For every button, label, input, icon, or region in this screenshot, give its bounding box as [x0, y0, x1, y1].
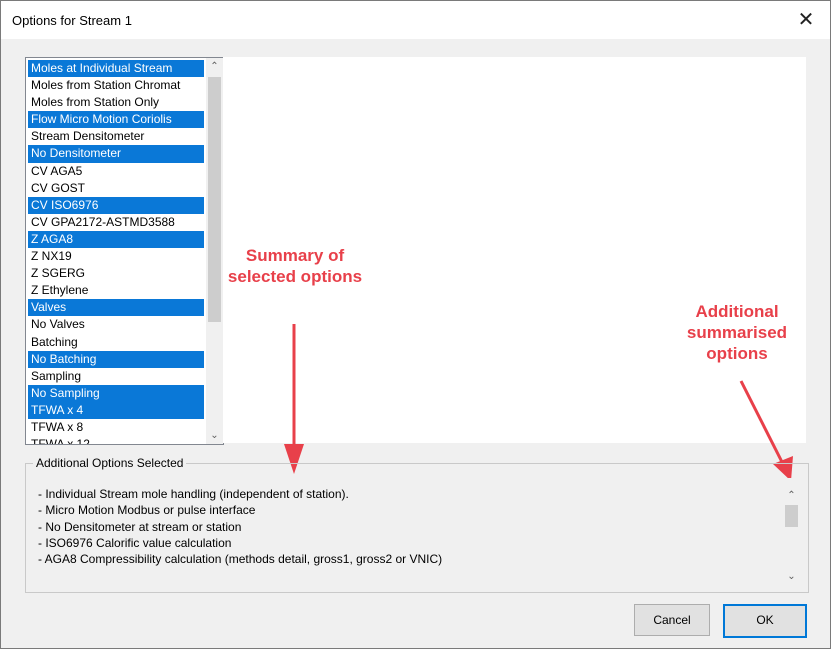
close-icon[interactable]: ✕ [786, 5, 826, 35]
additional-options-lines: - Individual Stream mole handling (indep… [38, 486, 442, 567]
option-line: - ISO6976 Calorific value calculation [38, 535, 232, 550]
list-item[interactable]: Valves [28, 299, 204, 317]
list-item[interactable]: No Batching [28, 350, 204, 368]
scroll-up-icon[interactable]: ⌃ [783, 487, 800, 504]
list-item[interactable]: Moles at Individual Stream [28, 60, 204, 78]
list-item[interactable]: TFWA x 4 [28, 401, 204, 419]
list-item[interactable]: Moles from Station Only [28, 94, 204, 111]
options-dialog: Options for Stream 1 ✕ Moles at Individu… [0, 0, 831, 649]
additional-options-text: - Individual Stream mole handling (indep… [32, 478, 800, 585]
list-item[interactable]: CV AGA5 [28, 163, 204, 180]
scroll-down-icon[interactable]: ⌄ [783, 568, 800, 585]
dialog-title: Options for Stream 1 [12, 13, 132, 28]
list-item[interactable]: Batching [28, 334, 204, 351]
option-line: - No Densitometer at stream or station [38, 519, 242, 534]
list-item[interactable]: Z SGERG [28, 265, 204, 282]
list-item[interactable]: Z Ethylene [28, 282, 204, 299]
list-item[interactable]: CV GOST [28, 180, 204, 197]
list-item[interactable]: TFWA x 8 [28, 419, 204, 436]
additional-options-scrollbar[interactable]: ⌃ ⌄ [783, 477, 800, 585]
list-item[interactable]: Z AGA8 [28, 230, 204, 249]
options-listbox[interactable]: Moles at Individual Stream Moles from Sta… [25, 57, 224, 445]
list-item[interactable]: TFWA x 12 [28, 436, 204, 444]
list-item[interactable]: Sampling [28, 368, 204, 385]
list-item[interactable]: Z NX19 [28, 248, 204, 265]
ok-button[interactable]: OK [723, 604, 807, 638]
list-item[interactable]: CV ISO6976 [28, 196, 204, 214]
scroll-down-icon[interactable]: ⌄ [206, 427, 223, 444]
scroll-thumb[interactable] [208, 77, 221, 322]
list-item[interactable]: Flow Micro Motion Coriolis [28, 111, 204, 129]
annotation-summary: Summary of selected options [227, 246, 363, 286]
annotation-arrow-summary [284, 324, 304, 474]
list-item[interactable]: No Densitometer [28, 145, 204, 163]
options-list-scrollbar[interactable]: ⌃ ⌄ [206, 58, 223, 444]
option-line: - Micro Motion Modbus or pulse interface [38, 503, 256, 518]
title-bar: Options for Stream 1 ✕ [1, 1, 830, 39]
scroll-up-icon[interactable]: ⌃ [206, 58, 223, 75]
list-item[interactable]: No Valves [28, 316, 204, 333]
list-item[interactable]: Stream Densitometer [28, 128, 204, 145]
cancel-button[interactable]: Cancel [634, 604, 710, 636]
list-item[interactable]: Moles from Station Chromat [28, 77, 204, 94]
list-item[interactable]: No Sampling [28, 384, 204, 402]
options-list-items: Moles at Individual Stream Moles from Sta… [28, 60, 204, 444]
scroll-thumb[interactable] [785, 505, 798, 527]
list-item[interactable]: CV GPA2172-ASTMD3588 [28, 214, 204, 231]
annotation-additional: Additional summarised options [686, 302, 788, 363]
option-line: - AGA8 Compressibility calculation (meth… [38, 552, 443, 567]
additional-options-group: Additional Options Selected - Individual… [25, 456, 809, 593]
option-line: - Individual Stream mole handling (indep… [38, 487, 349, 501]
additional-options-label: Additional Options Selected [33, 456, 187, 470]
